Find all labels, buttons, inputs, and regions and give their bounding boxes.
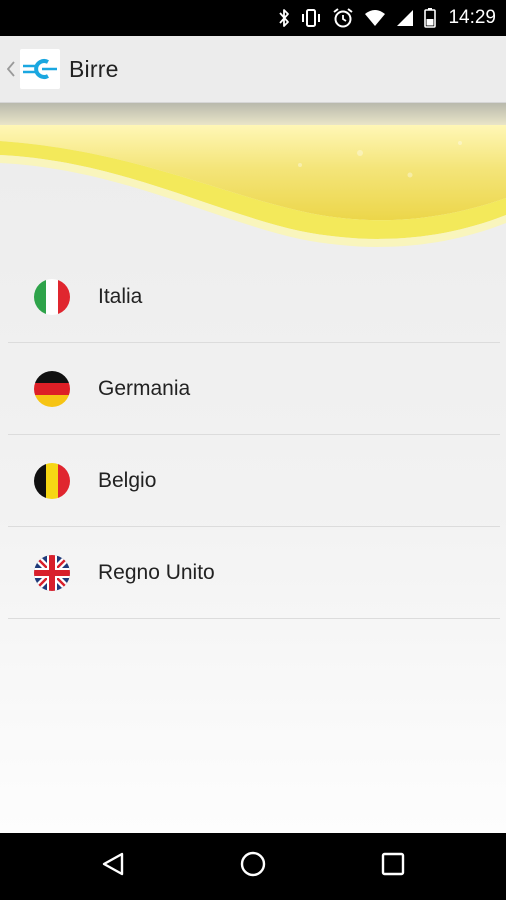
list-item-germania[interactable]: Germania — [8, 343, 500, 435]
battery-icon — [424, 8, 437, 28]
app-logo-icon — [20, 49, 60, 89]
cell-signal-icon — [396, 9, 414, 27]
list-item-label: Germania — [98, 376, 191, 400]
list-item-label: Italia — [98, 284, 143, 308]
page-title: Birre — [69, 55, 119, 82]
uk-flag-icon — [34, 554, 70, 591]
home-icon — [239, 850, 267, 883]
alarm-icon — [332, 7, 354, 29]
list-item-regno-unito[interactable]: Regno Unito — [8, 527, 500, 619]
italy-flag-icon — [34, 278, 70, 315]
up-navigation-button[interactable] — [0, 36, 60, 102]
bluetooth-icon — [278, 8, 290, 28]
germany-flag-icon — [34, 370, 70, 407]
recents-icon — [381, 852, 405, 881]
back-icon — [100, 851, 126, 882]
belgium-flag-icon — [34, 462, 70, 499]
country-list: Italia Germania Belgio Regno Unito — [8, 251, 500, 619]
status-time: 14:29 — [448, 7, 496, 28]
chevron-left-icon — [4, 61, 18, 77]
list-item-italia[interactable]: Italia — [8, 251, 500, 343]
recents-button[interactable] — [353, 833, 433, 900]
action-bar: Birre — [0, 36, 506, 103]
list-item-label: Regno Unito — [98, 560, 215, 584]
beer-banner — [0, 103, 506, 253]
list-item-label: Belgio — [98, 468, 157, 492]
status-icons: 14:29 — [278, 0, 496, 36]
status-bar: 14:29 — [0, 0, 506, 36]
wifi-icon — [364, 9, 386, 27]
vibrate-icon — [300, 8, 322, 28]
back-button[interactable] — [73, 833, 153, 900]
system-nav-bar — [0, 833, 506, 900]
home-button[interactable] — [213, 833, 293, 900]
list-item-belgio[interactable]: Belgio — [8, 435, 500, 527]
